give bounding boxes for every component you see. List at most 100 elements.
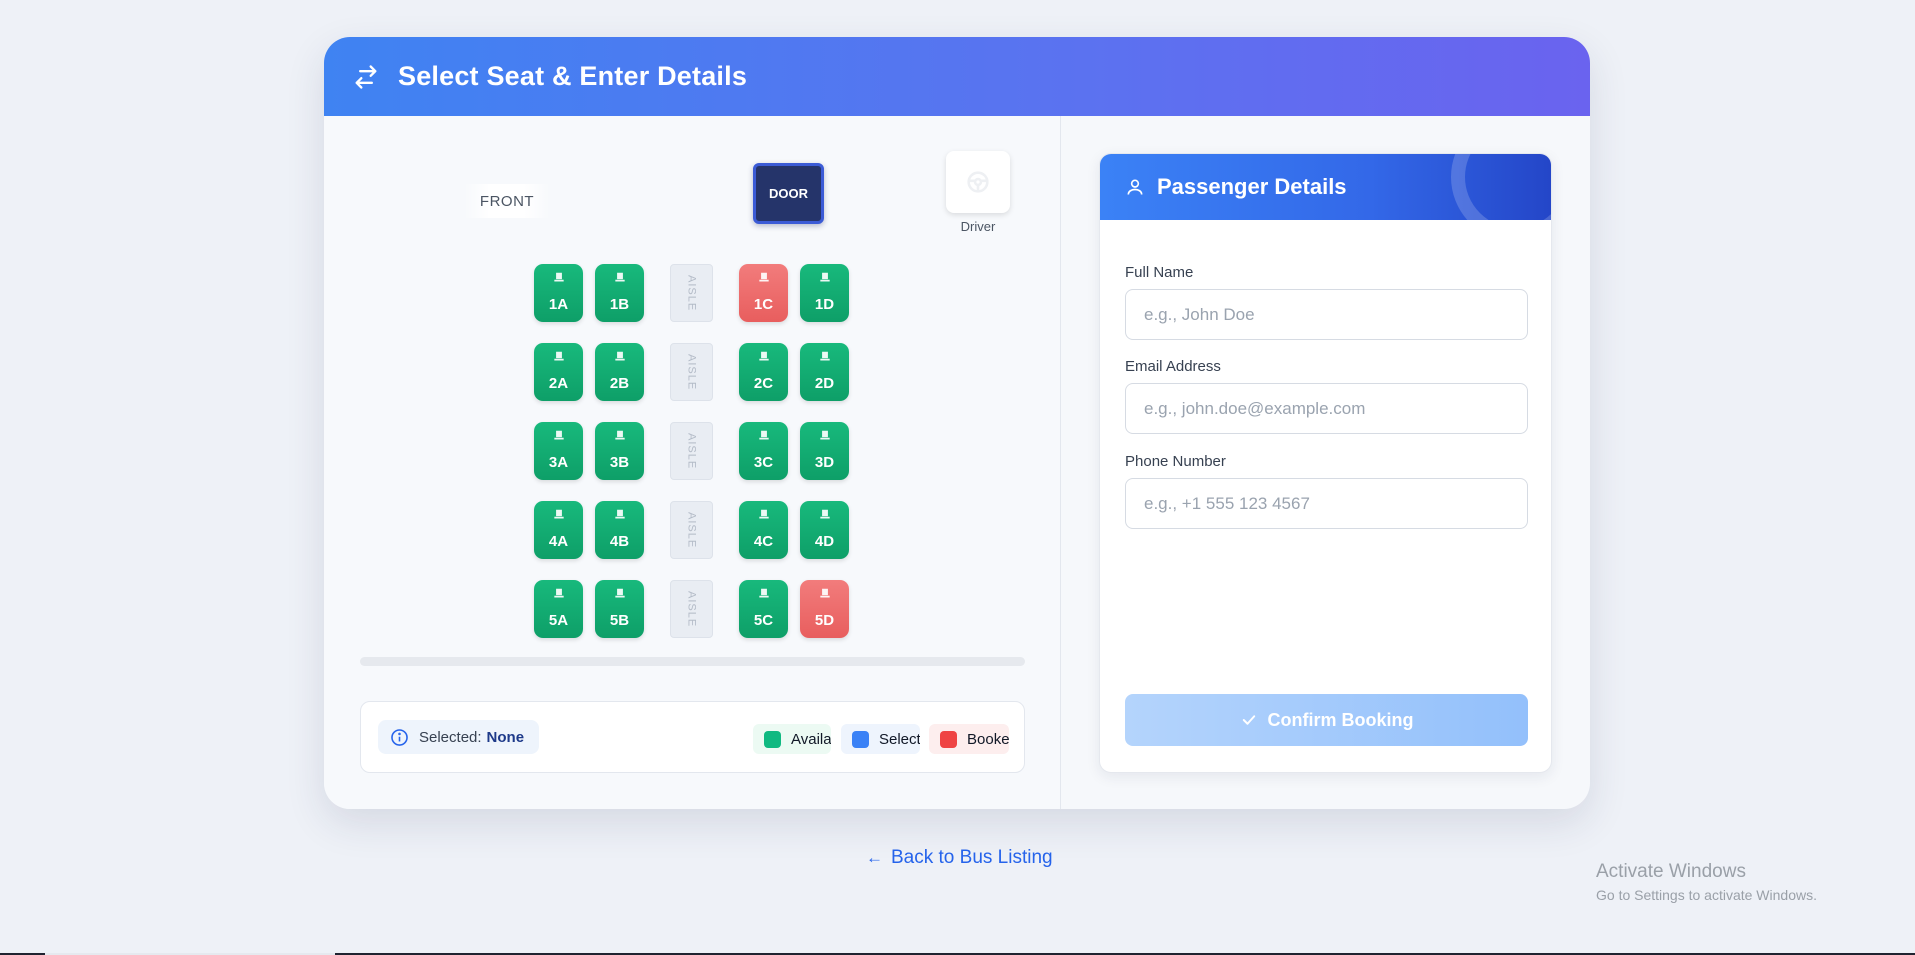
phone-input[interactable] [1125, 478, 1528, 529]
seat-map-panel: FRONT DOOR Driver 1A 1B AISLE 1C 1D 2A 2B AISLE… [324, 116, 1061, 809]
seat-gap [713, 343, 739, 422]
selected-value: None [486, 728, 525, 746]
seat-gap [788, 343, 800, 422]
seat-label: 5D [814, 612, 835, 629]
full-name-input[interactable] [1125, 289, 1528, 340]
seat-5C[interactable]: 5C [739, 580, 788, 638]
seat-5A[interactable]: 5A [534, 580, 583, 638]
seat-4D[interactable]: 4D [800, 501, 849, 559]
seat-icon [757, 428, 771, 444]
seat-4B[interactable]: 4B [595, 501, 644, 559]
seat-label: 3B [609, 454, 630, 471]
seat-row: 3A 3B AISLE 3C 3D [534, 422, 849, 501]
seat-gap [644, 501, 670, 580]
seat-3D[interactable]: 3D [800, 422, 849, 480]
seat-legend-bar: Selected: None Available Selected Booked [360, 701, 1025, 773]
booked-swatch [940, 730, 957, 748]
seat-icon [757, 270, 771, 286]
aisle-label: AISLE [685, 590, 698, 628]
available-swatch [764, 730, 781, 748]
seat-gap [713, 422, 739, 501]
seat-label: 2D [814, 375, 835, 392]
seat-label: 2A [548, 375, 569, 392]
seat-label: 4A [548, 533, 569, 550]
seat-row: 2A 2B AISLE 2C 2D [534, 343, 849, 422]
seat-icon [552, 270, 566, 286]
seat-grid: 1A 1B AISLE 1C 1D 2A 2B AISLE 2C 2D 3A 3B AISLE 3C 3D 4… [534, 264, 849, 659]
seat-icon [613, 507, 627, 523]
phone-label: Phone Number [1125, 453, 1226, 470]
seat-gap [644, 580, 670, 659]
seat-icon [757, 586, 771, 602]
seat-label: 1A [548, 296, 569, 313]
watermark-line2: Go to Settings to activate Windows. [1596, 887, 1817, 903]
seat-row: 4A 4B AISLE 4C 4D [534, 501, 849, 580]
seat-icon [613, 428, 627, 444]
confirm-booking-button[interactable]: Confirm Booking [1125, 694, 1528, 746]
seat-icon [613, 349, 627, 365]
passenger-details-card: Passenger Details Full Name Email Addres… [1099, 153, 1552, 773]
seat-1D[interactable]: 1D [800, 264, 849, 322]
email-input[interactable] [1125, 383, 1528, 434]
seat-gap [788, 422, 800, 501]
seat-3B[interactable]: 3B [595, 422, 644, 480]
seat-gap [788, 580, 800, 659]
seat-icon [818, 270, 832, 286]
seat-1A[interactable]: 1A [534, 264, 583, 322]
seat-label: 5C [753, 612, 774, 629]
seat-gap [583, 580, 595, 659]
selected-swatch [852, 730, 869, 748]
seat-label: 4D [814, 533, 835, 550]
seat-5D[interactable]: 5D [800, 580, 849, 638]
selected-label: Selected: [419, 728, 482, 746]
seat-label: 4B [609, 533, 630, 550]
seat-gap [713, 501, 739, 580]
seat-5B[interactable]: 5B [595, 580, 644, 638]
email-group: Email Address [1125, 358, 1528, 434]
seat-2A[interactable]: 2A [534, 343, 583, 401]
seat-label: 2C [753, 375, 774, 392]
seat-3C[interactable]: 3C [739, 422, 788, 480]
phone-group: Phone Number [1125, 453, 1528, 529]
legend-selected: Selected [841, 724, 920, 754]
seat-icon [818, 349, 832, 365]
seat-icon [613, 586, 627, 602]
seat-gap [644, 264, 670, 343]
passenger-title: Passenger Details [1157, 174, 1347, 199]
seat-row: 1A 1B AISLE 1C 1D [534, 264, 849, 343]
seat-icon [552, 349, 566, 365]
seat-gap [788, 501, 800, 580]
aisle-marker: AISLE [670, 580, 713, 638]
seat-4C[interactable]: 4C [739, 501, 788, 559]
seat-gap [583, 422, 595, 501]
seat-label: 2B [609, 375, 630, 392]
seat-3A[interactable]: 3A [534, 422, 583, 480]
check-icon [1240, 711, 1258, 729]
windows-watermark: Activate Windows Go to Settings to activ… [1596, 861, 1817, 903]
seat-2D[interactable]: 2D [800, 343, 849, 401]
seat-gap [583, 501, 595, 580]
arrow-left-icon: ← [866, 848, 883, 867]
front-label: FRONT [464, 184, 550, 218]
legend-available: Available [753, 724, 831, 754]
seat-4A[interactable]: 4A [534, 501, 583, 559]
steering-wheel-icon [946, 151, 1010, 213]
seat-1C[interactable]: 1C [739, 264, 788, 322]
seat-gap [713, 264, 739, 343]
bus-floor-bar [360, 657, 1025, 666]
seat-icon [613, 270, 627, 286]
seat-icon [552, 507, 566, 523]
seat-2B[interactable]: 2B [595, 343, 644, 401]
seat-gap [713, 580, 739, 659]
selected-seat-indicator: Selected: None [378, 720, 540, 754]
back-to-listing-link[interactable]: ← Back to Bus Listing [866, 847, 1053, 869]
passenger-header: Passenger Details [1100, 154, 1551, 220]
seat-2C[interactable]: 2C [739, 343, 788, 401]
card-header: Select Seat & Enter Details [324, 37, 1590, 116]
seat-1B[interactable]: 1B [595, 264, 644, 322]
seat-icon [757, 349, 771, 365]
seat-icon [552, 586, 566, 602]
legend-booked-label: Booked [967, 730, 1009, 748]
full-name-label: Full Name [1125, 264, 1194, 281]
seat-icon [818, 586, 832, 602]
